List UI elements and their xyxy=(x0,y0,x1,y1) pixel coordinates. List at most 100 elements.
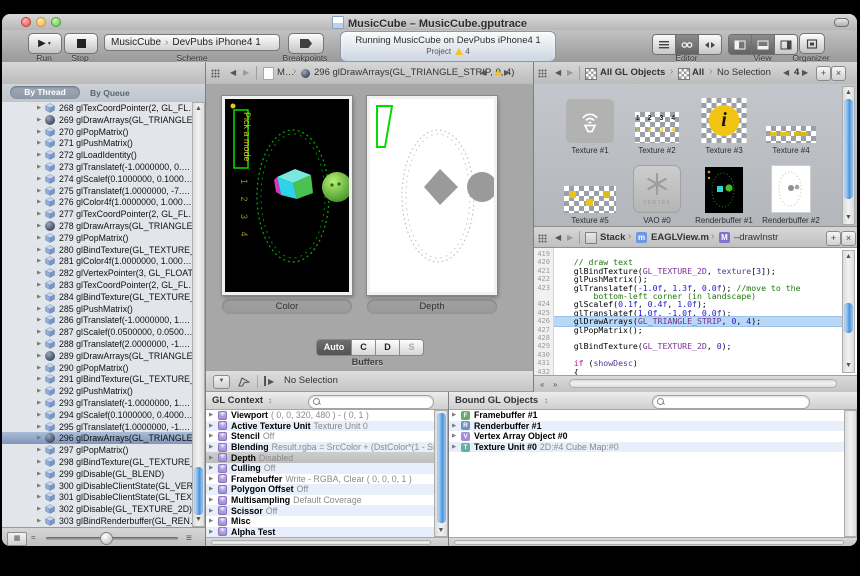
disclosure-triangle-icon[interactable]: ▶ xyxy=(209,412,218,418)
disclosure-triangle-icon[interactable]: ▶ xyxy=(452,444,461,450)
gl-call-row[interactable]: ▶279 glPopMatrix() xyxy=(2,232,192,244)
assistant-editor-button[interactable] xyxy=(676,35,699,54)
disclosure-triangle-icon[interactable]: ▶ xyxy=(37,117,45,123)
frame-slider-knob[interactable] xyxy=(100,532,113,545)
disclosure-triangle-icon[interactable]: ▶ xyxy=(37,483,45,489)
gl-call-row[interactable]: ▶277 glTexCoordPointer(2, GL_FL… xyxy=(2,208,192,220)
scheme-selector[interactable]: MusicCube › DevPubs iPhone4 1 xyxy=(104,34,280,51)
close-assistant-editor-button[interactable]: × xyxy=(831,66,846,81)
disclosure-triangle-icon[interactable]: ▶ xyxy=(209,529,218,535)
disclosure-triangle-icon[interactable]: ▶ xyxy=(209,465,218,471)
checker-spots-thumbnail[interactable] xyxy=(564,186,616,213)
collapse-left-icon[interactable]: « xyxy=(540,380,544,389)
editor-divider[interactable] xyxy=(533,62,534,392)
breakpoints-button[interactable] xyxy=(288,33,324,54)
gl-context-hscroll[interactable] xyxy=(205,537,448,546)
scroll-up-arrow-icon[interactable]: ▲ xyxy=(193,104,204,114)
jumpbar-symbol[interactable]: –drawInstr xyxy=(734,232,778,243)
rb-dark-thumbnail[interactable] xyxy=(705,167,743,213)
scroll-down-arrow-icon[interactable]: ▼ xyxy=(435,526,447,536)
navigator-scrollbar[interactable]: ▲ ▼ xyxy=(192,102,205,527)
disclosure-triangle-icon[interactable]: ▶ xyxy=(452,433,461,439)
scroll-up-arrow-icon[interactable]: ▲ xyxy=(843,252,854,262)
step-icon[interactable] xyxy=(264,376,266,386)
bound-object-row[interactable]: ▶VVertex Array Object #0 xyxy=(448,431,844,442)
gl-call-row[interactable]: ▶299 glDisable(GL_BLEND) xyxy=(2,468,192,480)
scroll-down-arrow-icon[interactable]: ▼ xyxy=(843,213,854,223)
gl-call-row[interactable]: ▶301 glDisableClientState(GL_TEX… xyxy=(2,491,192,503)
forward-button[interactable]: ▶ xyxy=(243,68,249,77)
next-issue-button[interactable]: ▶ xyxy=(504,68,510,77)
gl-call-row[interactable]: ▶302 glDisable(GL_TEXTURE_2D) xyxy=(2,503,192,515)
objects-scrollbar[interactable]: ▲ ▼ xyxy=(842,86,855,225)
organizer-button[interactable] xyxy=(799,33,825,54)
sort-icon[interactable]: ↕ xyxy=(268,396,272,405)
disclosure-triangle-icon[interactable]: ▶ xyxy=(37,105,45,111)
jumpbar-gl-objects-root[interactable]: All GL Objects xyxy=(600,67,665,78)
gl-call-row[interactable]: ▶285 glPushMatrix() xyxy=(2,303,192,315)
disclosure-triangle-icon[interactable]: ▶ xyxy=(37,412,45,418)
gl-context-row[interactable]: ▶✳StencilOff xyxy=(205,431,434,442)
location-arrow-icon[interactable] xyxy=(238,375,250,387)
disclosure-triangle-icon[interactable]: ▶ xyxy=(209,455,218,461)
disclosure-triangle-icon[interactable]: ▶ xyxy=(37,211,45,217)
version-editor-button[interactable] xyxy=(699,35,721,54)
gl-context-search-field[interactable] xyxy=(308,395,434,409)
previous-issue-button[interactable]: ◀ xyxy=(480,68,486,77)
disclosure-triangle-icon[interactable]: ▶ xyxy=(209,444,218,450)
disclosure-triangle-icon[interactable]: ▶ xyxy=(37,152,45,158)
disclosure-triangle-icon[interactable]: ▶ xyxy=(37,459,45,465)
gl-call-row[interactable]: ▶295 glTranslatef(1.0000000, -1.… xyxy=(2,421,192,433)
disclosure-triangle-icon[interactable]: ▶ xyxy=(209,497,218,503)
disclosure-triangle-icon[interactable]: ▶ xyxy=(37,353,45,359)
disclosure-triangle-icon[interactable]: ▶ xyxy=(37,518,45,524)
gl-context-row[interactable]: ▶✳DepthDisabled xyxy=(205,452,434,463)
back-button[interactable]: ◀ xyxy=(555,68,561,77)
jumpbar-gl-objects-group[interactable]: All xyxy=(692,67,704,78)
disclosure-triangle-icon[interactable]: ▶ xyxy=(37,223,45,229)
bound-object-row[interactable]: ▶TTexture Unit #02D:#4 Cube Map:#0 xyxy=(448,442,844,453)
gl-call-row[interactable]: ▶284 glBindTexture(GL_TEXTURE_… xyxy=(2,291,192,303)
bound-objects-search-field[interactable] xyxy=(652,395,810,409)
gl-call-row[interactable]: ▶296 glDrawArrays(GL_TRIANGLE_… xyxy=(2,432,192,444)
disclosure-triangle-icon[interactable]: ▶ xyxy=(209,423,218,429)
gl-call-row[interactable]: ▶303 glBindRenderbuffer(GL_REN… xyxy=(2,515,192,527)
gl-call-row[interactable]: ▶298 glBindTexture(GL_TEXTURE_… xyxy=(2,456,192,468)
previous-item-button[interactable]: ◀ xyxy=(783,68,789,77)
gl-context-row[interactable]: ▶✳Alpha Test xyxy=(205,527,434,537)
gl-call-row[interactable]: ▶283 glTexCoordPointer(2, GL_FL… xyxy=(2,279,192,291)
gl-call-row[interactable]: ▶289 glDrawArrays(GL_TRIANGLE_… xyxy=(2,350,192,362)
bound-object-row[interactable]: ▶RRenderbuffer #1 xyxy=(448,421,844,432)
next-item-button[interactable]: ▶ xyxy=(802,68,808,77)
tables-divider[interactable] xyxy=(448,392,449,546)
forward-button[interactable]: ▶ xyxy=(567,233,573,242)
hide-debug-area-button[interactable]: ▼ xyxy=(213,375,230,389)
disclosure-triangle-icon[interactable]: ▶ xyxy=(37,494,45,500)
hscroll-track[interactable] xyxy=(454,540,844,545)
gl-context-scrollbar[interactable]: ▼ xyxy=(434,410,448,537)
gl-call-row[interactable]: ▶273 glTranslatef(-1.0000000, 0.… xyxy=(2,161,192,173)
step-play-icon[interactable]: ▶ xyxy=(268,377,274,386)
editor-hscroll-track[interactable] xyxy=(569,379,837,388)
gl-context-row[interactable]: ▶✳Misc xyxy=(205,516,434,527)
jumpbar-file[interactable]: EAGLView.m xyxy=(651,232,709,243)
checker-info-thumbnail[interactable]: i xyxy=(702,98,747,143)
gl-call-row[interactable]: ▶275 glTranslatef(1.0000000, -7.… xyxy=(2,185,192,197)
disclosure-triangle-icon[interactable]: ▶ xyxy=(209,486,218,492)
scrollbar-thumb[interactable] xyxy=(437,413,446,523)
disclosure-triangle-icon[interactable]: ▶ xyxy=(452,423,461,429)
gl-call-row[interactable]: ▶294 glScalef(0.1000000, 0.4000… xyxy=(2,409,192,421)
vertex-thumbnail[interactable]: VERTEX xyxy=(633,165,681,213)
gl-call-row[interactable]: ▶300 glDisableClientState(GL_VER… xyxy=(2,480,192,492)
gl-call-row[interactable]: ▶270 glPopMatrix() xyxy=(2,126,192,138)
disclosure-triangle-icon[interactable]: ▶ xyxy=(37,258,45,264)
title-bar[interactable]: MusicCube – MusicCube.gputrace xyxy=(2,14,857,31)
gl-call-row[interactable]: ▶282 glVertexPointer(3, GL_FLOAT… xyxy=(2,267,192,279)
gl-call-row[interactable]: ▶271 glPushMatrix() xyxy=(2,137,192,149)
gl-call-row[interactable]: ▶293 glTranslatef(-1.0000000, 1.… xyxy=(2,397,192,409)
show-navigator-button[interactable] xyxy=(729,35,752,54)
gl-context-row[interactable]: ▶✳BlendingResult.rgba = SrcColor + (DstC… xyxy=(205,442,434,453)
add-editor-button[interactable]: + xyxy=(826,231,841,246)
gl-call-row[interactable]: ▶292 glPushMatrix() xyxy=(2,385,192,397)
close-editor-button[interactable]: × xyxy=(841,231,856,246)
